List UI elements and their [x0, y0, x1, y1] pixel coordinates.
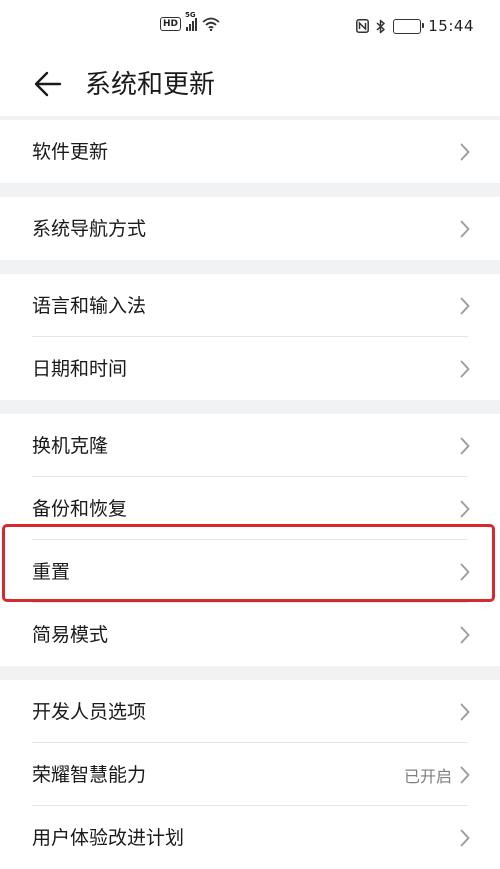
chevron-right-icon	[460, 563, 470, 580]
chevron-right-icon	[460, 703, 470, 720]
chevron-right-icon	[460, 829, 470, 846]
row-label: 用户体验改进计划	[32, 826, 185, 849]
settings-group-3: 语言和输入法 日期和时间	[0, 274, 500, 400]
status-bar-network: HD 5G	[160, 11, 220, 31]
row-system-navigation[interactable]: 系统导航方式	[0, 197, 500, 260]
row-phone-clone[interactable]: 换机克隆	[0, 414, 500, 477]
row-label: 备份和恢复	[32, 497, 128, 520]
row-label: 语言和输入法	[32, 294, 147, 317]
row-software-update[interactable]: 软件更新	[0, 120, 500, 183]
row-label: 换机克隆	[32, 434, 109, 457]
status-bar: HD 5G 15:44	[0, 0, 500, 52]
row-label: 荣耀智慧能力	[32, 763, 147, 786]
network-type-label: 5G	[185, 11, 196, 19]
row-status-value: 已开启	[403, 766, 452, 786]
row-label: 日期和时间	[32, 357, 128, 380]
bluetooth-icon	[376, 19, 386, 33]
row-date-time[interactable]: 日期和时间	[0, 337, 500, 400]
header: 系统和更新	[0, 52, 500, 116]
status-bar-system: 15:44	[356, 17, 474, 35]
row-developer-options[interactable]: 开发人员选项	[0, 680, 500, 743]
cellular-signal-icon: 5G	[185, 11, 198, 31]
chevron-right-icon	[460, 297, 470, 314]
chevron-right-icon	[460, 220, 470, 237]
settings-group-5: 开发人员选项 荣耀智慧能力 已开启 用户体验改进计划	[0, 680, 500, 869]
row-label: 简易模式	[32, 623, 109, 646]
row-label: 开发人员选项	[32, 700, 147, 723]
row-reset[interactable]: 重置	[0, 540, 500, 603]
page-title: 系统和更新	[85, 70, 216, 100]
settings-group-2: 系统导航方式	[0, 197, 500, 260]
row-user-experience-program[interactable]: 用户体验改进计划	[0, 806, 500, 869]
nfc-icon	[356, 19, 370, 33]
settings-group-1: 软件更新	[0, 120, 500, 183]
row-language-input[interactable]: 语言和输入法	[0, 274, 500, 337]
chevron-right-icon	[460, 626, 470, 643]
battery-icon	[393, 18, 425, 34]
chevron-right-icon	[460, 500, 470, 517]
row-backup-restore[interactable]: 备份和恢复	[0, 477, 500, 540]
wifi-icon	[202, 17, 220, 31]
status-time: 15:44	[428, 17, 474, 35]
back-button[interactable]	[26, 62, 70, 106]
row-honor-smart-ability[interactable]: 荣耀智慧能力 已开启	[0, 743, 500, 806]
settings-group-4: 换机克隆 备份和恢复 重置 简易模式	[0, 414, 500, 666]
chevron-right-icon	[460, 437, 470, 454]
chevron-right-icon	[460, 143, 470, 160]
chevron-right-icon	[460, 766, 470, 783]
row-label: 软件更新	[32, 140, 109, 163]
chevron-right-icon	[460, 360, 470, 377]
hd-badge: HD	[160, 17, 182, 31]
row-label: 重置	[32, 560, 71, 583]
row-label: 系统导航方式	[32, 217, 147, 240]
row-simple-mode[interactable]: 简易模式	[0, 603, 500, 666]
back-arrow-icon	[34, 71, 62, 97]
